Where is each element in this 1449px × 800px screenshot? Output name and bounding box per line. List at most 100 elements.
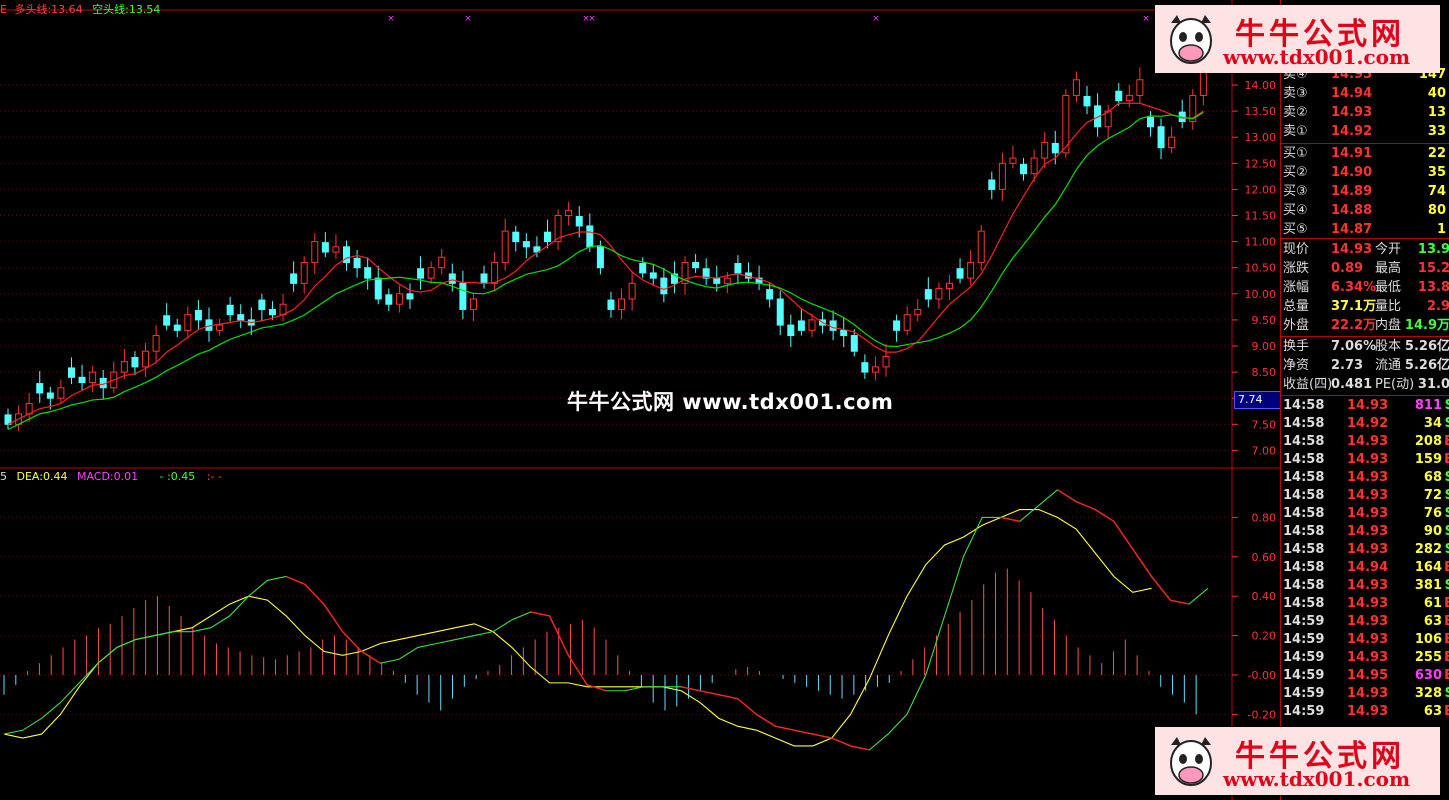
tick-volume: 811 [1414,398,1442,413]
tick-volume: 164 [1414,560,1442,575]
candle-body [290,273,298,284]
candle-body [967,261,975,279]
candle-body [395,293,403,305]
quote-row: 卖② 14.93 [1283,104,1449,122]
row-label: 买② [1283,165,1308,180]
tick-row: 14:59 14.93 255B [1283,649,1449,667]
tick-row: 14:58 14.94 164B [1283,559,1449,577]
tick-price: 14.93 [1347,614,1389,629]
tick-price: 14.93 [1347,398,1389,413]
tick-volume: 159 [1414,452,1442,467]
candle-body [797,320,805,331]
tick-price: 14.93 [1347,632,1389,647]
signal-marker: × [588,14,596,24]
row-value: 14.91 [1331,146,1373,161]
row-value: 5.26亿 [1404,358,1449,373]
candle-body [660,277,668,295]
order-volume: 33 [1427,124,1446,139]
candle-body [776,298,784,326]
tick-price: 14.93 [1347,704,1389,719]
row-label: 量比 [1375,299,1402,314]
candle-body [512,231,520,243]
row-value: 14.90 [1331,165,1373,180]
dif-down-segment [1113,520,1134,550]
dif-down-segment [756,713,776,727]
tick-side: B [1444,631,1449,649]
y-tick-label: 7.50 [1252,418,1277,431]
tick-price: 14.93 [1347,650,1389,665]
candle-body [173,324,181,331]
y-tick-label: 9.50 [1252,314,1277,327]
candle-body [935,288,943,300]
candle-body [268,308,276,316]
tick-row: 14:58 14.93 282S [1283,541,1449,559]
row-value: 0.89 [1331,261,1364,276]
row-label: 涨跌 [1283,261,1310,276]
tick-price: 14.93 [1347,542,1389,557]
tick-volume: 630 [1414,668,1442,683]
candle-body [1020,163,1028,175]
candle-body [871,366,879,373]
row-value: 31.0 [1417,377,1449,392]
tick-price: 14.93 [1347,488,1389,503]
tick-time: 14:59 [1283,668,1325,683]
ma-red-line [7,102,1204,425]
ma-green-line [7,112,1204,431]
tick-volume: 90 [1423,524,1442,539]
y-tick-label: 0.20 [1252,630,1277,643]
tick-row: 14:59 14.93 63B [1283,613,1449,631]
quote-row: 买③ 14.89 [1283,183,1449,201]
logo-top: 牛牛公式网 www.tdx001.com [1155,5,1440,73]
row-label: 总量 [1283,299,1310,314]
candle-body [893,320,901,331]
legend-duo: 多头线:13.64 [14,3,83,16]
tick-time: 14:58 [1283,578,1325,593]
dif-down-segment [530,611,550,617]
candle-body [956,268,964,279]
row-value: 22.2万 [1331,318,1377,333]
tick-time: 14:59 [1283,650,1325,665]
y-tick-label: 0.80 [1252,511,1277,524]
candle-body [649,272,657,279]
candle-body [480,273,488,284]
tick-side: S [1445,577,1449,595]
quote-row: 涨跌 0.89 最高 15.2 [1283,260,1449,278]
candle-body [1072,79,1080,96]
candle-body [226,304,234,316]
candle-body [353,257,361,269]
legend-macd: MACD:0.01 [76,470,139,483]
candle-body [459,282,467,310]
row-label: 净资 [1283,358,1310,373]
dif-down-segment [323,603,344,633]
order-volume: 22 [1427,146,1446,161]
macd-legend-prefix: 5 [0,470,7,483]
cow-mascot-icon [1170,737,1212,786]
quote-row: 涨幅 6.34% 最低 13.8 [1283,279,1449,297]
tick-time: 14:58 [1283,434,1325,449]
moving-averages [7,102,1204,431]
watermark-text: 牛牛公式网 www.tdx001.com [567,390,894,414]
logo-url: www.tdx001.com [1223,45,1411,69]
tick-row: 14:58 14.93 208B [1283,433,1449,451]
tick-volume: 328 [1414,686,1442,701]
tick-price: 14.93 [1347,578,1389,593]
dif-down-segment [1132,548,1153,577]
row-value: 0.481 [1331,377,1373,392]
row-label: 买③ [1283,184,1308,199]
tick-row: 14:58 14.93 381S [1283,577,1449,595]
candle-body [787,324,795,337]
tick-volume: 72 [1423,488,1442,503]
dif-down-segment [775,725,795,731]
dif-down-segment [737,698,757,715]
dif-down-segment [285,575,306,586]
candle-body [618,298,626,310]
dif-down-segment [681,686,701,692]
tick-row: 14:58 14.93 90S [1283,523,1449,541]
candle-body [385,294,393,305]
tick-side: S [1445,523,1449,541]
row-value: 14.92 [1331,124,1373,139]
row-value: 6.34% [1331,280,1377,295]
y-tick-label: 7.00 [1252,444,1277,457]
signal-marker: × [1142,14,1150,24]
dif-down-segment [1000,516,1020,523]
